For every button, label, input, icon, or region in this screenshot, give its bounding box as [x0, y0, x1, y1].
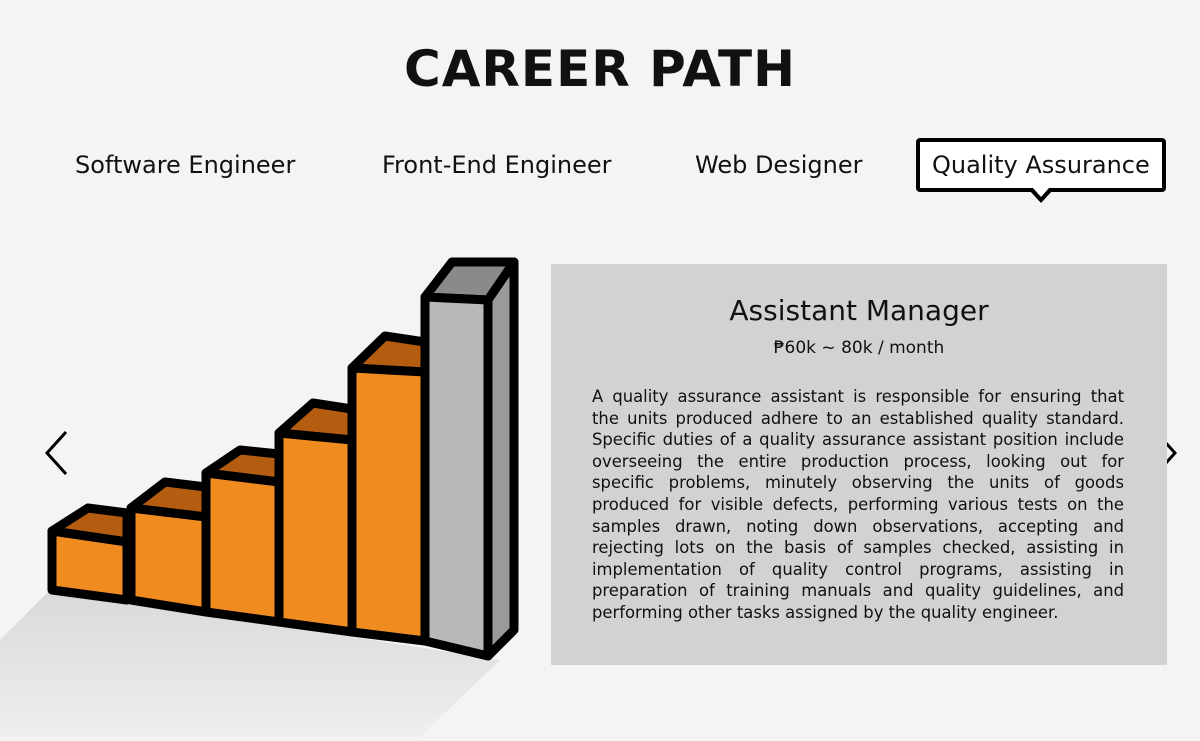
career-tabs: Software Engineer Front-End Engineer Web… [0, 138, 1200, 218]
position-description: A quality assurance assistant is respons… [592, 387, 1124, 622]
page-title: CAREER PATH [404, 40, 796, 98]
staircase-bar-chart-illustration [0, 240, 540, 737]
tab-quality-assurance-label: Quality Assurance [932, 151, 1150, 179]
tab-software-engineer[interactable]: Software Engineer [75, 138, 295, 192]
position-title: Assistant Manager [729, 294, 989, 327]
career-detail-card: Assistant Manager ₱60k ~ 80k / month A q… [551, 264, 1167, 665]
tab-front-end-engineer[interactable]: Front-End Engineer [382, 138, 612, 192]
salary-range: ₱60k ~ 80k / month [773, 338, 945, 358]
staircase-bar-chart-icon [0, 257, 519, 737]
tab-quality-assurance[interactable]: Quality Assurance [916, 138, 1166, 203]
tab-web-designer[interactable]: Web Designer [695, 138, 862, 192]
